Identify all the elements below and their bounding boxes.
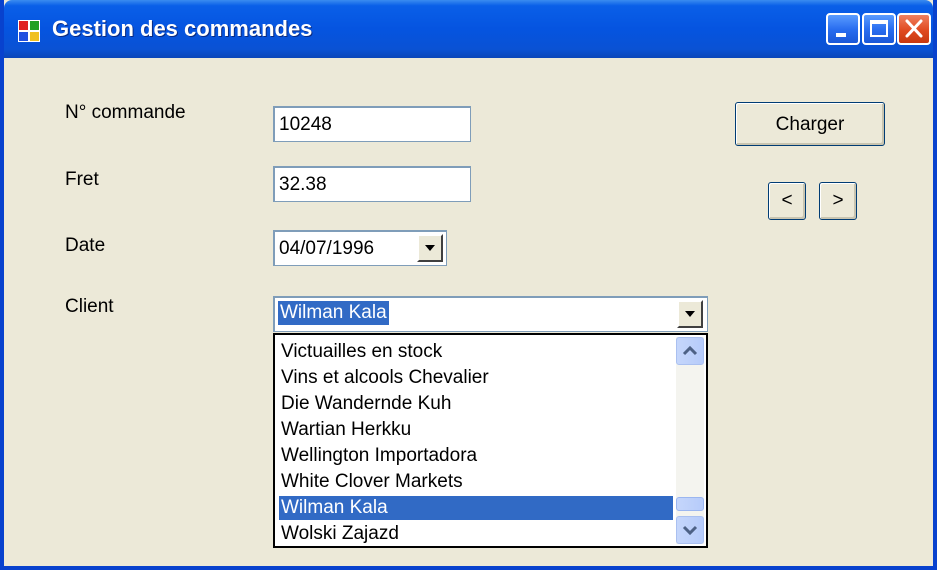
order-number-label: N° commande (65, 102, 186, 123)
freight-field[interactable]: 32.38 (273, 166, 471, 202)
close-button[interactable] (897, 13, 931, 45)
list-item[interactable]: White Clover Markets (279, 470, 673, 494)
previous-button[interactable]: < (768, 182, 806, 220)
scroll-up-button[interactable] (676, 337, 704, 365)
freight-label: Fret (65, 169, 99, 190)
list-item[interactable]: Wolski Zajazd (279, 522, 673, 546)
client-combobox[interactable]: Wilman Kala (273, 296, 708, 332)
client-dropdown-list[interactable]: Victuailles en stock Vins et alcools Che… (273, 333, 708, 548)
app-icon (18, 20, 40, 42)
list-item[interactable]: Die Wandernde Kuh (279, 392, 673, 416)
scroll-down-button[interactable] (676, 516, 704, 544)
title-bar[interactable]: Gestion des commandes (4, 0, 933, 58)
order-number-field[interactable]: 10248 (273, 106, 471, 142)
chevron-down-icon (682, 525, 698, 536)
chevron-up-icon (682, 345, 698, 356)
list-item[interactable]: Vins et alcools Chevalier (279, 366, 673, 390)
date-value: 04/07/1996 (279, 238, 375, 259)
minimize-icon (836, 33, 846, 37)
list-item-selected[interactable]: Wilman Kala (279, 496, 673, 520)
minimize-button[interactable] (826, 13, 860, 45)
window-title: Gestion des commandes (52, 16, 313, 41)
client-dropdown-button[interactable] (677, 300, 703, 328)
scroll-thumb[interactable] (676, 497, 704, 511)
chevron-down-icon (425, 245, 435, 251)
date-dropdown-button[interactable] (417, 234, 443, 262)
list-item[interactable]: Wartian Herkku (279, 418, 673, 442)
close-icon (905, 19, 923, 38)
list-item[interactable]: Victuailles en stock (279, 340, 673, 364)
list-item[interactable]: Wellington Importadora (279, 444, 673, 468)
date-label: Date (65, 235, 106, 256)
list-scrollbar[interactable] (676, 337, 704, 544)
chevron-down-icon (685, 311, 695, 317)
maximize-button[interactable] (862, 13, 896, 45)
load-button[interactable]: Charger (735, 102, 885, 146)
client-label: Client (65, 296, 114, 317)
main-window: Gestion des commandes N° commande Fret D… (0, 0, 937, 570)
next-button[interactable]: > (819, 182, 857, 220)
maximize-icon (870, 20, 888, 37)
client-selected-value: Wilman Kala (278, 301, 389, 325)
